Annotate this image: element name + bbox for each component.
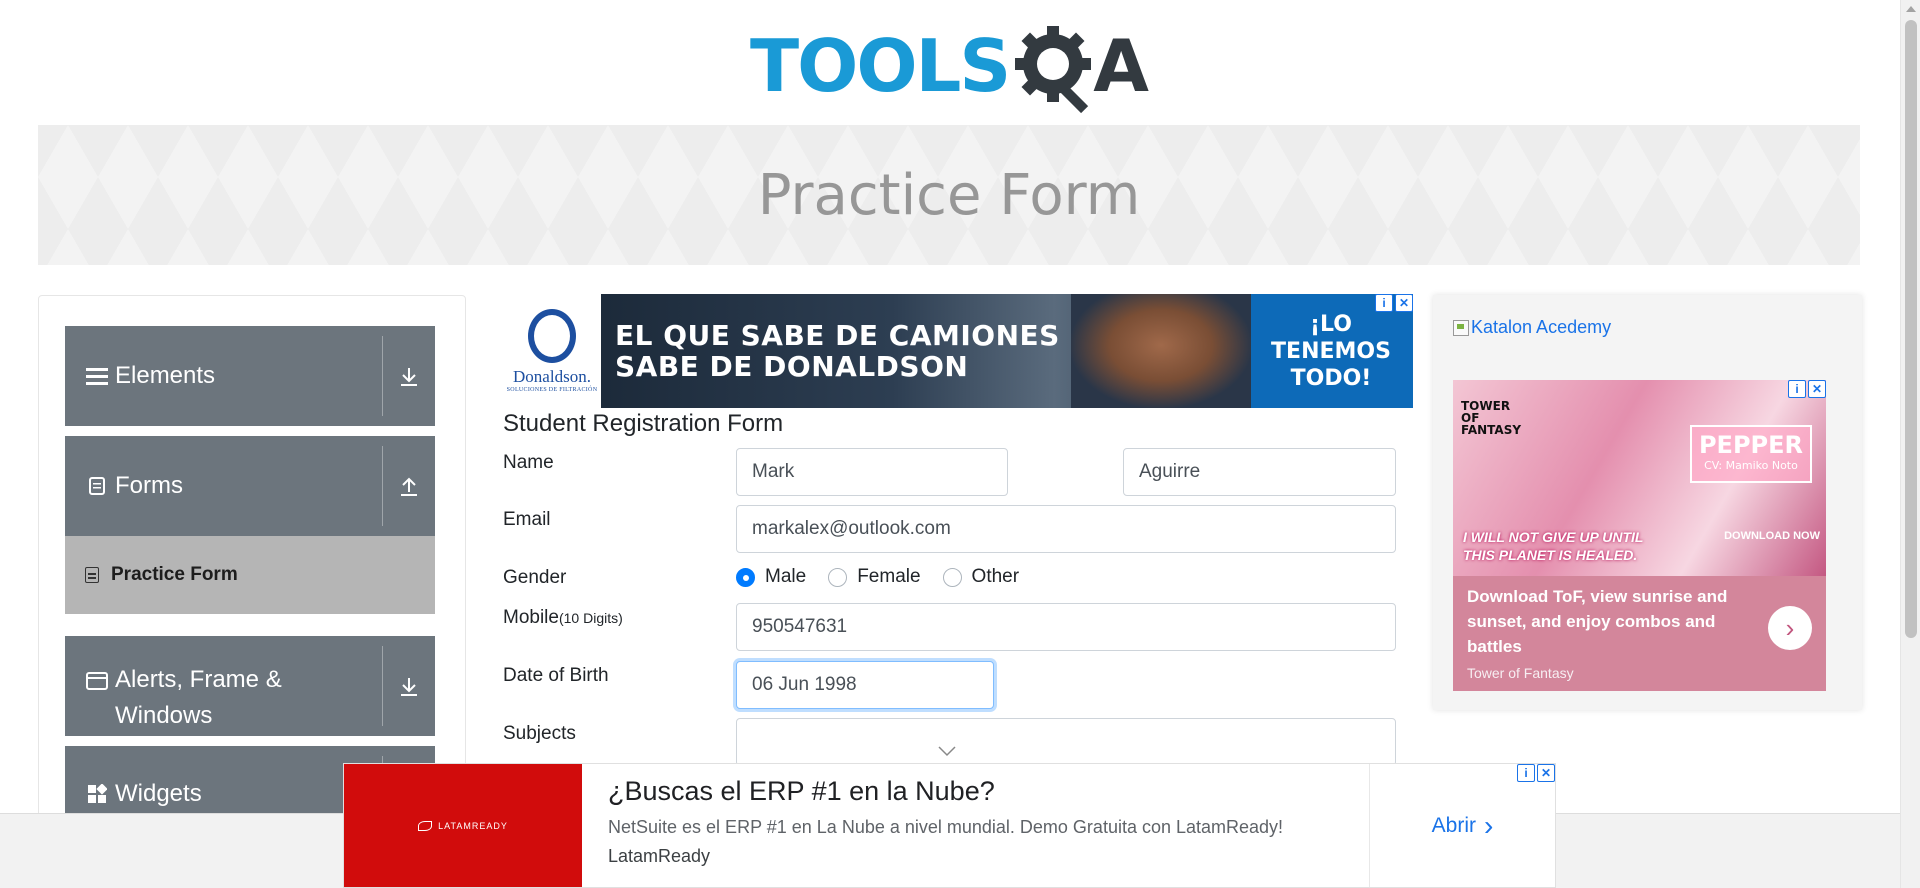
radio-label: Other <box>971 566 1020 587</box>
ad-description: NetSuite es el ERP #1 en La Nube a nivel… <box>608 817 1284 837</box>
page-title: Practice Form <box>757 162 1141 228</box>
nav-group-label: Widgets <box>115 780 202 807</box>
download-now-label: DOWNLOAD NOW <box>1724 530 1820 542</box>
info-icon[interactable]: i <box>1788 380 1806 398</box>
info-icon[interactable]: i <box>1517 764 1535 782</box>
ad-body: Download ToF, view sunrise and sunset, a… <box>1453 576 1826 691</box>
mobile-label: Mobile(10 Digits) <box>503 607 623 628</box>
ad-headline: Download ToF, view sunrise and sunset, a… <box>1467 587 1728 656</box>
close-icon[interactable]: ✕ <box>1395 294 1413 312</box>
document-icon <box>85 476 109 496</box>
email-input[interactable]: markalex@outlook.com <box>736 505 1396 553</box>
info-icon[interactable]: i <box>1375 294 1393 312</box>
radio-label: Female <box>857 566 921 587</box>
open-button[interactable]: Abrir › <box>1370 764 1555 887</box>
gender-option-male[interactable]: Male <box>736 566 806 588</box>
ad-controls: i ✕ <box>1517 764 1555 782</box>
subjects-label: Subjects <box>503 723 576 744</box>
chevron-right-icon[interactable]: › <box>1768 606 1812 650</box>
ad-controls: i ✕ <box>1788 380 1826 398</box>
right-advertisement: Katalon Acedemy TOWER OF FANTASY PEPPER … <box>1433 295 1862 710</box>
divider <box>382 336 383 416</box>
page-banner: Practice Form <box>38 125 1860 265</box>
radio-button[interactable] <box>828 567 848 587</box>
hamburger-icon <box>85 366 109 386</box>
close-icon[interactable]: ✕ <box>1808 380 1826 398</box>
vertical-scrollbar[interactable] <box>1900 0 1920 888</box>
mobile-input[interactable]: 950547631 <box>736 603 1396 651</box>
donaldson-logo: Donaldson. SOLUCIONES DE FILTRACIÓN <box>503 294 601 408</box>
upload-arrow-icon[interactable] <box>397 474 421 498</box>
radio-button-checked[interactable] <box>736 567 755 587</box>
katalon-academy-link[interactable]: Katalon Acedemy <box>1453 317 1611 338</box>
nav-group-forms[interactable]: Forms <box>65 436 435 536</box>
nav-group-label: Forms <box>115 472 183 499</box>
ad-slogan: I WILL NOT GIVE UP UNTIL THIS PLANET IS … <box>1463 529 1644 563</box>
ad-artwork: TOWER OF FANTASY PEPPER CV: Mamiko Noto … <box>1453 380 1826 576</box>
page: TOOLS A Practice Form Elements Forms Pra… <box>0 0 1920 888</box>
tower-of-fantasy-ad[interactable]: TOWER OF FANTASY PEPPER CV: Mamiko Noto … <box>1453 380 1826 691</box>
close-icon[interactable]: ✕ <box>1537 764 1555 782</box>
ad-source: Tower of Fantasy <box>1467 665 1574 681</box>
divider <box>382 646 383 726</box>
first-name-input[interactable]: Mark <box>736 448 1008 496</box>
donaldson-mark-icon <box>528 309 576 363</box>
dob-label: Date of Birth <box>503 665 609 686</box>
last-name-input[interactable]: Aguirre <box>1123 448 1396 496</box>
top-advertisement[interactable]: Donaldson. SOLUCIONES DE FILTRACIÓN EL Q… <box>503 294 1413 408</box>
radio-label: Male <box>765 566 807 587</box>
scrollbar-thumb[interactable] <box>1905 20 1917 638</box>
chevron-down-icon[interactable] <box>937 741 957 763</box>
gender-radio-group: Male Female Other <box>736 566 1041 588</box>
logo-text: TOOLS <box>750 24 1011 108</box>
radio-button[interactable] <box>942 567 962 587</box>
widgets-icon <box>85 784 109 804</box>
ad-image: EL QUE SABE DE CAMIONES SABE DE DONALDSO… <box>601 294 1251 408</box>
form-icon <box>85 567 99 583</box>
nav-group-elements[interactable]: Elements <box>65 326 435 426</box>
divider <box>382 446 383 526</box>
nav-group-alerts[interactable]: Alerts, Frame & Windows <box>65 636 435 736</box>
date-of-birth-input[interactable]: 06 Jun 1998 <box>736 661 994 709</box>
form-title: Student Registration Form <box>503 410 784 437</box>
scroll-up-arrow-icon[interactable] <box>1906 6 1916 12</box>
gender-label: Gender <box>503 567 567 588</box>
ad-advertiser: LatamReady <box>608 846 711 866</box>
ad-brand: Donaldson. <box>513 367 591 386</box>
download-arrow-icon[interactable] <box>397 364 421 388</box>
sidebar-item-practice-form[interactable]: Practice Form <box>65 536 435 614</box>
latamready-logo: LATAMREADY <box>344 764 582 887</box>
latamready-mark-icon <box>418 820 433 831</box>
name-label: Name <box>503 452 554 473</box>
ad-title: ¿Buscas el ERP #1 en la Nube? <box>608 776 995 806</box>
ad-controls: i ✕ <box>1375 294 1413 312</box>
gender-option-female[interactable]: Female <box>828 566 921 588</box>
tof-logo: TOWER OF FANTASY <box>1461 399 1522 437</box>
ad-brand-sub: SOLUCIONES DE FILTRACIÓN <box>506 387 598 393</box>
email-label: Email <box>503 509 551 530</box>
bottom-advertisement[interactable]: LATAMREADY ¿Buscas el ERP #1 en la Nube?… <box>343 763 1556 888</box>
broken-image-icon <box>1453 319 1469 336</box>
chevron-right-icon: › <box>1484 809 1494 841</box>
nav-group-label: Alerts, Frame & Windows <box>115 666 282 729</box>
subjects-input[interactable] <box>736 718 1396 766</box>
logo-suffix: A <box>1093 24 1149 108</box>
download-arrow-icon[interactable] <box>397 674 421 698</box>
pepper-box: PEPPER CV: Mamiko Noto <box>1690 425 1812 483</box>
ad-headline: EL QUE SABE DE CAMIONES SABE DE DONALDSO… <box>615 319 1060 383</box>
sidebar-item-label: Practice Form <box>111 564 238 585</box>
toolsqa-logo[interactable]: TOOLS A <box>750 18 1155 114</box>
ad-text: ¿Buscas el ERP #1 en la Nube? NetSuite e… <box>582 764 1370 887</box>
gear-icon <box>1011 22 1099 114</box>
gender-option-other[interactable]: Other <box>942 566 1020 588</box>
ad-person-image <box>1071 294 1251 408</box>
nav-group-label: Elements <box>115 362 216 389</box>
window-icon <box>85 672 109 690</box>
